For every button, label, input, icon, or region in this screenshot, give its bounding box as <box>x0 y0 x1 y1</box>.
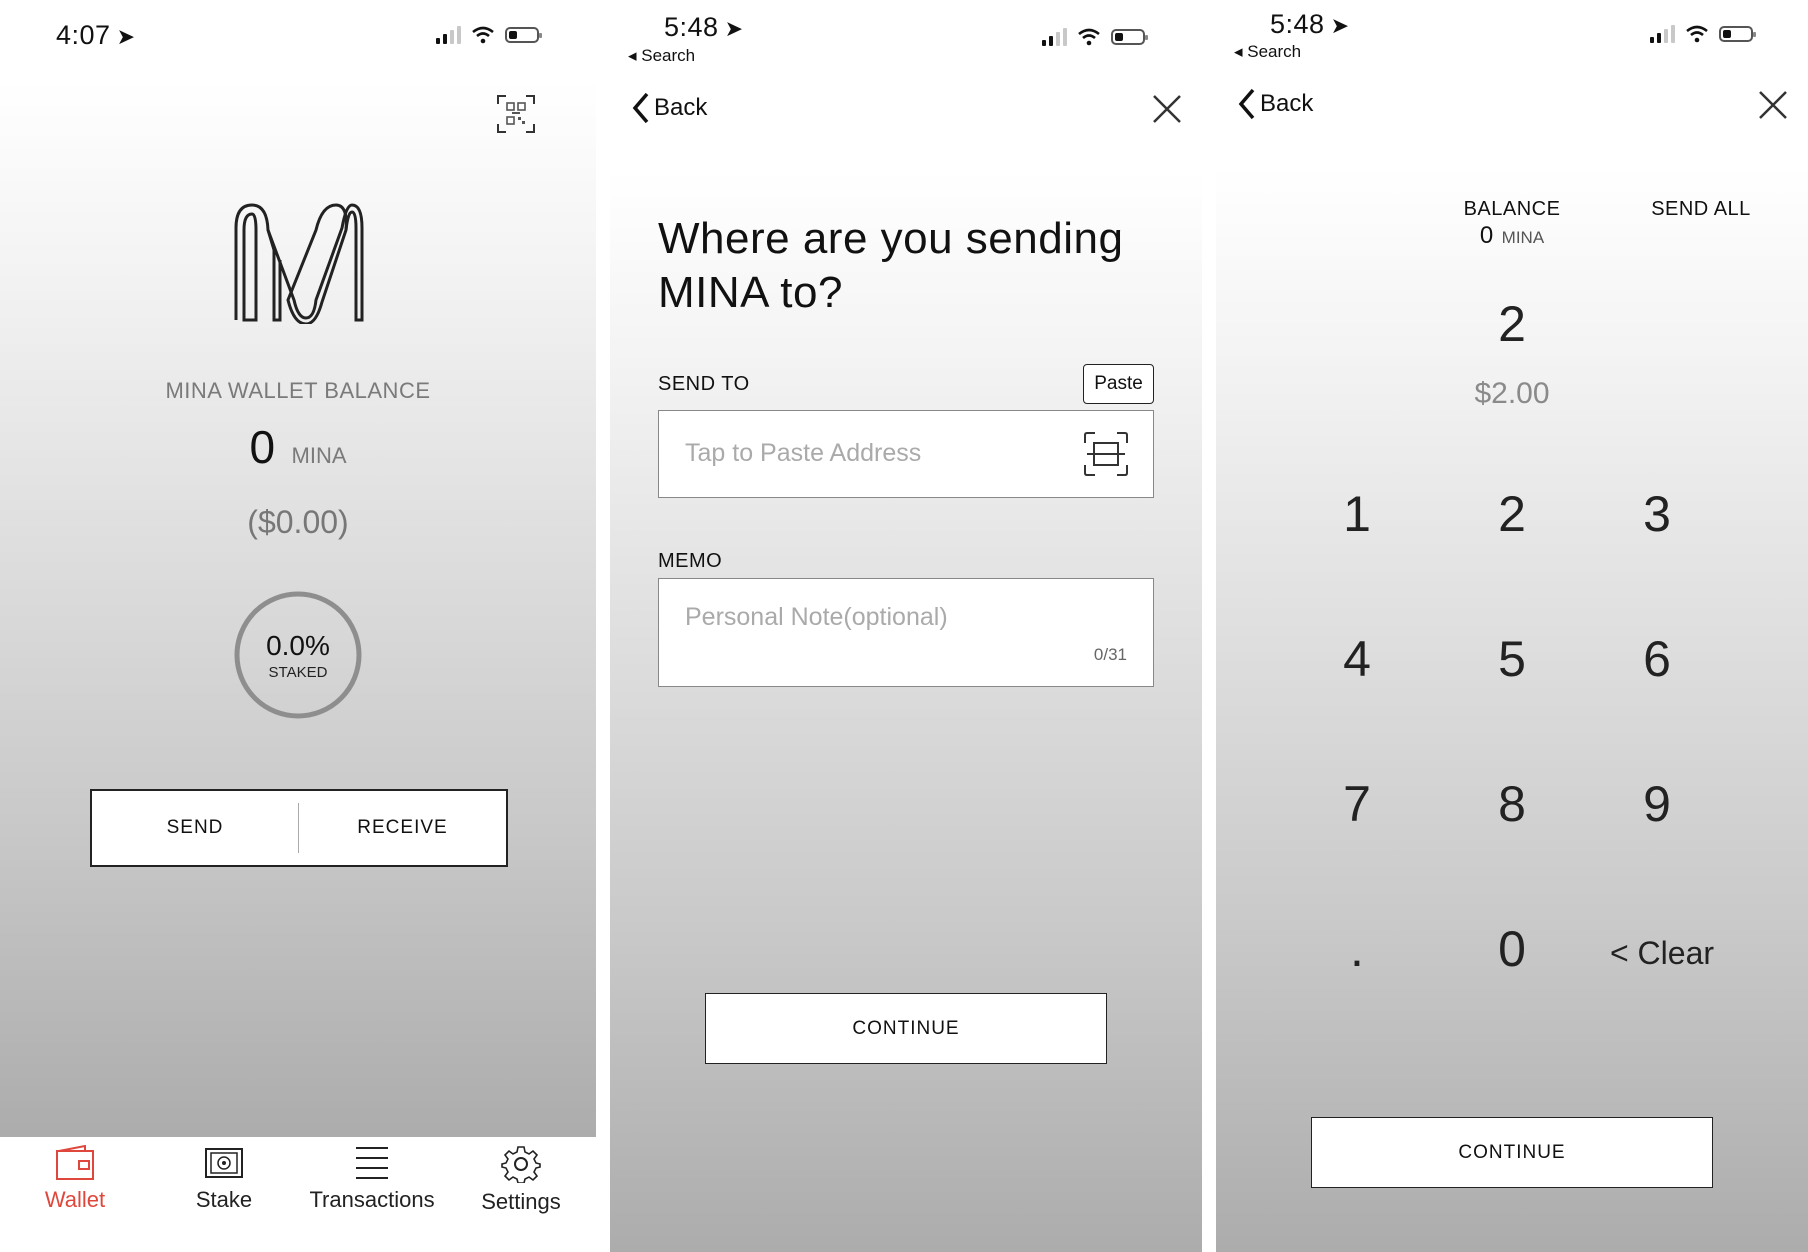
wifi-icon <box>1078 28 1100 46</box>
back-button[interactable]: Back <box>1238 88 1313 120</box>
amount-display: 2 <box>1498 296 1526 352</box>
nav-bar: Back <box>1216 76 1808 166</box>
status-bar: 4:07 ➤ <box>0 0 596 80</box>
key-2[interactable]: 2 <box>1452 485 1572 543</box>
wifi-icon <box>1686 25 1708 43</box>
signal-icon <box>1042 28 1067 46</box>
tab-transactions[interactable]: Transactions <box>302 1145 442 1213</box>
nav-bar: Back <box>610 80 1202 170</box>
balance-value: 0 MINA <box>0 420 596 474</box>
tab-label: Wallet <box>44 1187 106 1212</box>
key-9[interactable]: 9 <box>1597 775 1717 833</box>
chevron-left-icon <box>1238 88 1255 120</box>
key-0[interactable]: 0 <box>1452 920 1572 978</box>
balance-value: 0 MINA <box>1442 222 1582 250</box>
page-title: Where are you sending MINA to? <box>658 214 1124 317</box>
continue-button[interactable]: CONTINUE <box>705 993 1107 1064</box>
battery-icon <box>1111 29 1148 45</box>
staked-percent: 0.0% <box>266 630 330 661</box>
wifi-icon <box>472 26 494 44</box>
memo-counter: 0/31 <box>1093 645 1127 664</box>
search-back-link[interactable]: ◂ Search <box>1234 42 1301 62</box>
chevron-left-icon <box>632 92 649 124</box>
battery-icon <box>1719 26 1756 42</box>
tab-bar: Wallet Stake Transactions Settings <box>0 1137 596 1252</box>
tab-stake[interactable]: Stake <box>154 1145 294 1213</box>
status-time: 5:48 ➤ <box>664 12 744 42</box>
system-icons <box>436 26 542 44</box>
balance-label: BALANCE <box>1463 198 1561 220</box>
key-8[interactable]: 8 <box>1452 775 1572 833</box>
signal-icon <box>436 26 461 44</box>
key-7[interactable]: 7 <box>1297 775 1417 833</box>
memo-label: MEMO <box>658 550 723 572</box>
back-label: Back <box>654 94 708 121</box>
status-time: 5:48 ➤ <box>1270 9 1350 39</box>
tab-label: Stake <box>195 1187 253 1212</box>
qr-code-icon[interactable] <box>496 94 536 139</box>
close-icon[interactable] <box>1152 94 1182 129</box>
clear-key[interactable]: < Clear <box>1587 935 1737 972</box>
balance-amount: 0 <box>1479 222 1494 249</box>
scan-icon[interactable] <box>1083 431 1129 482</box>
key-6[interactable]: 6 <box>1597 630 1717 688</box>
battery-icon <box>505 27 542 43</box>
back-button[interactable]: Back <box>632 92 707 124</box>
mina-logo <box>230 200 368 329</box>
status-bar: 5:48 ➤ ◂ Search <box>610 0 1202 80</box>
key-decimal[interactable]: . <box>1297 920 1417 978</box>
balance-unit: MINA <box>291 443 347 468</box>
location-arrow-icon: ➤ <box>724 16 744 41</box>
search-back-link[interactable]: ◂ Search <box>628 46 695 66</box>
balance-unit: MINA <box>1501 228 1545 247</box>
paste-button[interactable]: Paste <box>1083 364 1154 404</box>
close-icon[interactable] <box>1758 90 1788 125</box>
tab-wallet[interactable]: Wallet <box>5 1145 145 1213</box>
continue-button[interactable]: CONTINUE <box>1311 1117 1713 1188</box>
balance-label: MINA WALLET BALANCE <box>165 378 431 403</box>
tab-label: Transactions <box>309 1187 435 1212</box>
location-arrow-icon: ➤ <box>1330 13 1350 38</box>
status-bar: 5:48 ➤ ◂ Search <box>1216 0 1808 80</box>
system-icons <box>1650 25 1756 43</box>
safe-icon <box>205 1148 243 1178</box>
address-placeholder: Tap to Paste Address <box>685 439 922 467</box>
staked-label: STAKED <box>268 664 328 681</box>
key-5[interactable]: 5 <box>1452 630 1572 688</box>
status-time: 4:07 ➤ <box>56 20 136 50</box>
key-4[interactable]: 4 <box>1297 630 1417 688</box>
key-1[interactable]: 1 <box>1297 485 1417 543</box>
address-input[interactable]: Tap to Paste Address <box>658 410 1154 498</box>
location-arrow-icon: ➤ <box>116 24 136 49</box>
back-label: Back <box>1260 90 1314 117</box>
send-button[interactable]: SEND <box>92 817 298 839</box>
form-background <box>610 170 1202 1252</box>
balance-amount: 0 <box>249 421 276 473</box>
memo-placeholder: Personal Note(optional) <box>685 603 948 631</box>
send-to-label: SEND TO <box>658 373 750 395</box>
gear-icon <box>501 1146 541 1183</box>
signal-icon <box>1650 25 1675 43</box>
amount-fiat: $2.00 <box>1474 377 1550 410</box>
memo-input[interactable]: Personal Note(optional) 0/31 <box>658 578 1154 687</box>
send-receive-group: SEND RECEIVE <box>90 789 508 867</box>
receive-button[interactable]: RECEIVE <box>299 817 506 839</box>
send-all-button[interactable]: SEND ALL <box>1626 198 1776 221</box>
list-icon <box>356 1147 388 1179</box>
staked-ring: 0.0% STAKED <box>233 590 363 720</box>
send-amount-screen: 5:48 ➤ ◂ Search Back BALANCE 0 MINA SEND … <box>1216 0 1808 1252</box>
tab-settings[interactable]: Settings <box>451 1145 591 1215</box>
key-3[interactable]: 3 <box>1597 485 1717 543</box>
tab-label: Settings <box>481 1189 561 1214</box>
balance-fiat: ($0.00) <box>247 504 349 540</box>
wallet-screen: 4:07 ➤ MINA WALLET BALANCE 0 MINA ($0.00… <box>0 0 596 1252</box>
wallet-icon <box>56 1145 94 1180</box>
system-icons <box>1042 28 1148 46</box>
send-address-screen: 5:48 ➤ ◂ Search Back Where are you sendin… <box>610 0 1202 1252</box>
